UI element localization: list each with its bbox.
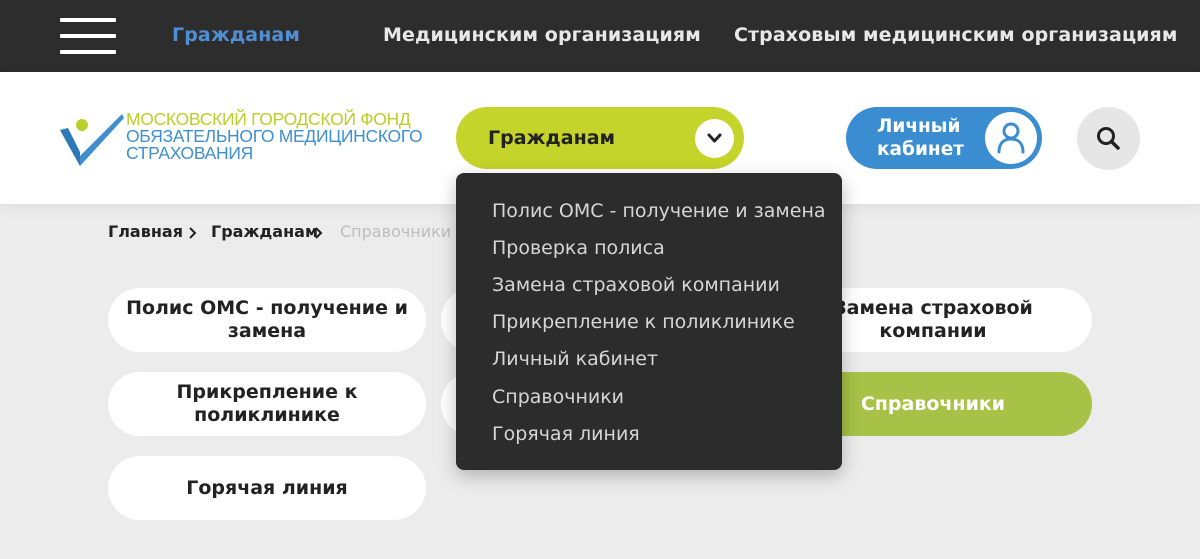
chevron-down-icon[interactable] <box>695 119 734 158</box>
topnav-insurance-orgs-link[interactable]: Страховым медицинским организациям <box>734 24 1177 46</box>
breadcrumb-home[interactable]: Главная <box>108 222 183 241</box>
chevron-right-icon <box>315 227 323 239</box>
site-logo[interactable]: Московский городской фонд обязательного … <box>58 108 428 168</box>
breadcrumb-citizens[interactable]: Гражданам <box>211 222 318 241</box>
hamburger-menu-icon[interactable] <box>60 18 116 54</box>
dropdown-item-cabinet[interactable]: Личный кабинет <box>492 348 658 370</box>
card-policy-oms[interactable]: Полис ОМС - получение и замена <box>108 288 426 352</box>
dropdown-item-policy[interactable]: Полис ОМС - получение и замена <box>492 200 826 222</box>
chevron-right-icon <box>189 227 197 239</box>
card-hotline[interactable]: Горячая линия <box>108 456 426 520</box>
logo-line-3: страхования <box>126 143 253 163</box>
dropdown-item-change-insurer[interactable]: Замена страховой компании <box>492 274 780 296</box>
breadcrumb-current: Справочники <box>340 222 452 241</box>
search-button[interactable] <box>1077 107 1140 170</box>
logo-checkmark-icon <box>60 114 124 166</box>
user-icon <box>985 112 1037 164</box>
dropdown-item-hotline[interactable]: Горячая линия <box>492 423 640 445</box>
topnav-medical-orgs-link[interactable]: Медицинским организациям <box>383 24 701 46</box>
topnav-citizens-link[interactable]: Гражданам <box>172 24 300 46</box>
personal-cabinet-button[interactable]: Личный кабинет <box>846 107 1042 169</box>
section-select-label: Гражданам <box>488 127 616 149</box>
dropdown-item-directories[interactable]: Справочники <box>492 386 624 408</box>
logo-text: Московский городской фонд обязательного … <box>126 110 423 163</box>
section-dropdown-menu: Полис ОМС - получение и замена Проверка … <box>456 173 842 470</box>
search-icon <box>1097 127 1120 150</box>
personal-cabinet-label: Личный кабинет <box>877 116 964 160</box>
section-select-dropdown[interactable]: Гражданам <box>456 107 744 169</box>
top-navigation-bar: Гражданам Медицинским организациям Страх… <box>0 0 1200 72</box>
card-clinic-attachment[interactable]: Прикрепление к поликлинике <box>108 372 426 436</box>
dropdown-item-check-policy[interactable]: Проверка полиса <box>492 237 665 259</box>
dropdown-item-clinic[interactable]: Прикрепление к поликлинике <box>492 311 795 333</box>
